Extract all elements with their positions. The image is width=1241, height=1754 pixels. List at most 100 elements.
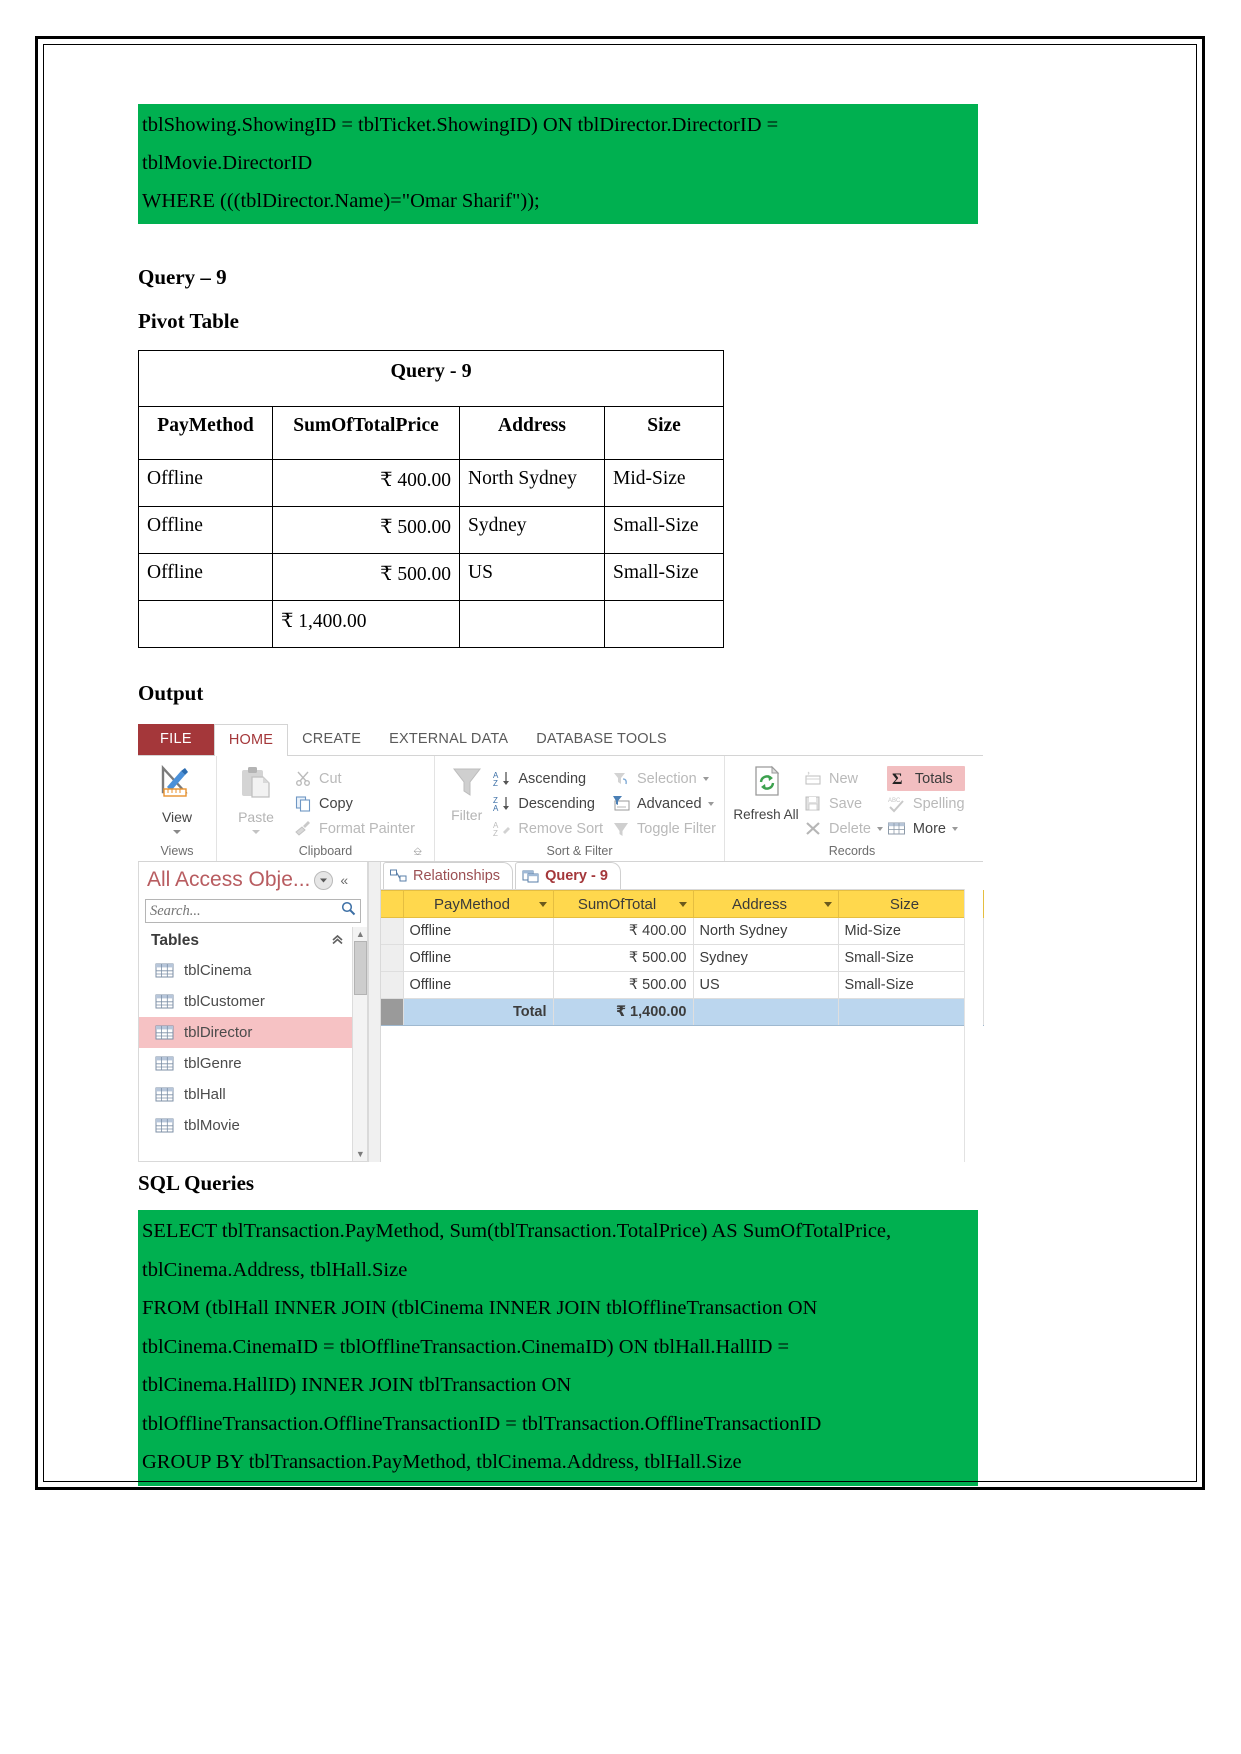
copy-button[interactable]: Copy — [293, 791, 415, 816]
search-box[interactable] — [145, 899, 362, 923]
sidebar-item-tblgenre[interactable]: tblGenre — [139, 1048, 352, 1079]
sidebar-item-tblhall[interactable]: tblHall — [139, 1079, 352, 1110]
save-record-button[interactable]: Save — [803, 791, 883, 816]
svg-text:A: A — [493, 804, 499, 813]
row-selector[interactable] — [381, 971, 404, 999]
table-icon — [155, 963, 174, 978]
navigation-scrollbar[interactable]: ▲ ▼ — [352, 927, 368, 1161]
cell-sum: ₹ 500.00 — [272, 553, 460, 601]
descending-button[interactable]: Z A Descending — [492, 791, 603, 816]
sidebar-item-tblcinema[interactable]: tblCinema — [139, 955, 352, 986]
cell-sumoftotal[interactable]: ₹ 400.00 — [553, 917, 694, 945]
sidebar-item-tbldirector[interactable]: tblDirector — [139, 1017, 353, 1048]
cell-address: Sydney — [459, 506, 605, 554]
datasheet-total-row[interactable]: Total ₹ 1,400.00 — [381, 998, 984, 1026]
remove-sort-button[interactable]: A Z Remove Sort — [492, 816, 603, 841]
navigation-pane-header[interactable]: All Access Obje... « — [139, 862, 367, 896]
cell-address[interactable]: Sydney — [693, 944, 839, 972]
sql-queries-heading: SQL Queries — [138, 1171, 255, 1195]
totals-button[interactable]: Σ Totals — [886, 766, 965, 791]
svg-text:ABC: ABC — [888, 798, 901, 804]
nav-group-tables[interactable]: Tables — [139, 927, 352, 955]
chevron-down-icon[interactable] — [252, 830, 260, 834]
dialog-launcher-icon[interactable]: ⎒ — [413, 846, 422, 859]
cell-address[interactable]: North Sydney — [693, 917, 839, 945]
collapse-pane-icon[interactable]: « — [340, 872, 348, 888]
new-record-button[interactable]: New — [803, 766, 883, 791]
scrollbar-thumb[interactable] — [353, 941, 367, 995]
chevron-down-icon[interactable] — [538, 901, 547, 907]
row-selector[interactable] — [381, 917, 404, 945]
chevron-down-icon[interactable] — [707, 801, 714, 806]
save-icon — [803, 794, 823, 814]
view-button[interactable]: View — [146, 761, 208, 834]
advanced-button[interactable]: Advanced — [611, 791, 716, 816]
cell-paymethod[interactable]: Offline — [403, 917, 554, 945]
scroll-down-icon[interactable]: ▼ — [356, 1149, 365, 1159]
paste-button[interactable]: Paste — [225, 761, 287, 834]
spelling-button[interactable]: ABC Spelling — [887, 791, 965, 816]
cell-paymethod[interactable]: Offline — [403, 944, 554, 972]
query-icon — [522, 869, 539, 884]
delete-record-button[interactable]: Delete — [803, 816, 883, 841]
pane-splitter[interactable] — [368, 862, 381, 1162]
datasheet-col-address[interactable]: Address — [693, 890, 839, 918]
chevron-down-icon[interactable] — [314, 870, 334, 890]
tab-query-9[interactable]: Query - 9 — [515, 862, 621, 889]
chevron-down-icon[interactable] — [951, 826, 958, 831]
datasheet-col-sumoftotal[interactable]: SumOfTotal — [553, 890, 694, 918]
more-label: More — [912, 820, 946, 837]
svg-text:Z: Z — [493, 779, 498, 788]
row-selector[interactable] — [381, 998, 404, 1026]
refresh-all-button[interactable]: Refresh All — [733, 761, 799, 822]
cell-address[interactable]: US — [693, 971, 839, 999]
chevron-down-icon[interactable] — [702, 776, 709, 781]
cell-sumoftotal[interactable]: ₹ 500.00 — [553, 944, 694, 972]
table-header-row: PayMethod SumOfTotalPrice Address Size — [138, 406, 725, 460]
row-selector[interactable] — [381, 944, 404, 972]
chevron-down-icon[interactable] — [876, 826, 883, 831]
search-icon[interactable] — [341, 901, 356, 921]
table-row[interactable]: Offline ₹ 500.00 Sydney Small-Size — [381, 944, 984, 972]
cut-button[interactable]: Cut — [293, 766, 415, 791]
sidebar-item-tblcustomer[interactable]: tblCustomer — [139, 986, 352, 1017]
clipboard-label-text: Clipboard — [298, 844, 353, 858]
navigation-list: Tables tblCinema tblCustomer tblDirector… — [139, 927, 368, 1161]
column-header-label: SumOfTotal — [577, 895, 657, 913]
tab-label: Query - 9 — [545, 868, 608, 884]
ribbon-tab-file[interactable]: FILE — [138, 724, 214, 755]
datasheet-col-size[interactable]: Size — [838, 890, 984, 918]
table-row[interactable]: Offline ₹ 400.00 North Sydney Mid-Size — [381, 917, 984, 945]
toggle-filter-button[interactable]: Toggle Filter — [611, 816, 716, 841]
ribbon-tab-database-tools[interactable]: DATABASE TOOLS — [522, 724, 681, 755]
more-button[interactable]: More — [887, 816, 965, 841]
chevron-down-icon[interactable] — [678, 901, 687, 907]
cell-size[interactable]: Small-Size — [838, 944, 984, 972]
total-value[interactable]: ₹ 1,400.00 — [553, 998, 694, 1026]
cell-size[interactable]: Mid-Size — [838, 917, 984, 945]
scroll-up-icon[interactable]: ▲ — [356, 929, 365, 939]
search-input[interactable] — [150, 902, 342, 920]
chevron-up-icon[interactable] — [331, 932, 344, 950]
table-row[interactable]: Offline ₹ 500.00 US Small-Size — [381, 971, 984, 999]
chevron-down-icon[interactable] — [823, 901, 832, 907]
ascending-button[interactable]: A Z Ascending — [492, 766, 603, 791]
chevron-down-icon[interactable] — [173, 830, 181, 834]
filter-button[interactable]: Filter — [443, 761, 490, 823]
cell-paymethod[interactable]: Offline — [403, 971, 554, 999]
ribbon-tab-home[interactable]: HOME — [213, 724, 289, 756]
ribbon-tab-create[interactable]: CREATE — [288, 724, 375, 755]
view-button-label: View — [161, 809, 193, 825]
format-painter-button[interactable]: Format Painter — [293, 816, 415, 841]
ribbon-tab-external-data[interactable]: EXTERNAL DATA — [375, 724, 522, 755]
table-icon — [155, 994, 174, 1009]
selection-button[interactable]: Selection — [611, 766, 716, 791]
select-all-corner[interactable] — [381, 890, 404, 918]
sidebar-item-tblmovie[interactable]: tblMovie — [139, 1110, 352, 1141]
ribbon-group-sort-filter: Filter A Z Ascending Z A Descending A Z … — [434, 756, 724, 861]
cell-sumoftotal[interactable]: ₹ 500.00 — [553, 971, 694, 999]
datasheet-col-paymethod[interactable]: PayMethod — [403, 890, 554, 918]
cell-size[interactable]: Small-Size — [838, 971, 984, 999]
tab-relationships[interactable]: Relationships — [383, 862, 514, 889]
